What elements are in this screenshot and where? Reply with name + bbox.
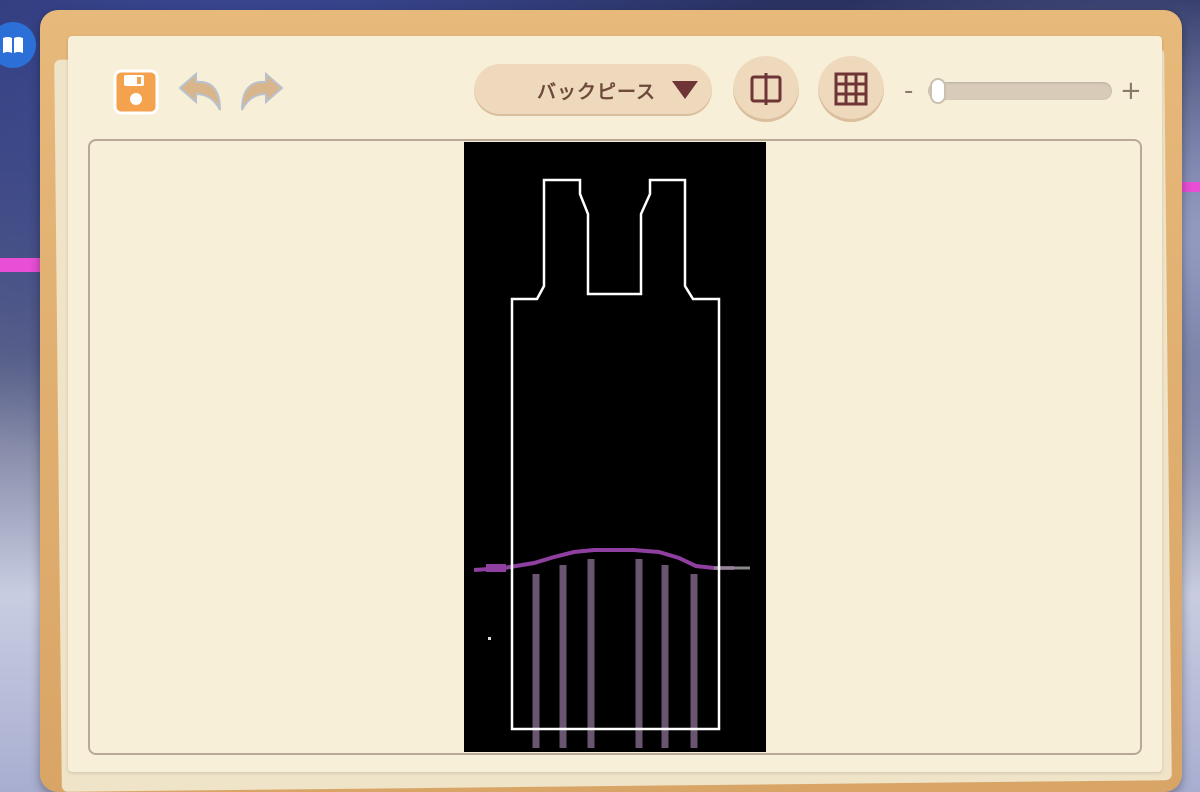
zoom-slider[interactable] [928, 78, 1112, 104]
piece-selector-label: バックピース [536, 80, 656, 103]
zoom-out-label[interactable]: - [904, 76, 913, 106]
back-piece-outline [510, 178, 721, 731]
redo-arrow-icon [241, 71, 284, 111]
pattern-drawing [473, 178, 750, 748]
zoom-in-label[interactable]: + [1120, 76, 1142, 106]
pattern-canvas[interactable] [464, 142, 766, 752]
floppy-disk-icon [113, 69, 159, 115]
save-button[interactable] [113, 69, 159, 115]
stripe-lines [532, 559, 698, 748]
undo-button[interactable] [176, 68, 226, 116]
grid-icon [834, 72, 868, 106]
zoom-slider-thumb[interactable] [930, 78, 946, 104]
redo-button[interactable] [236, 68, 286, 116]
waist-line-end [486, 564, 506, 572]
stray-pixel [488, 637, 491, 640]
undo-arrow-icon [178, 71, 221, 111]
grid-toggle-button[interactable] [818, 56, 884, 122]
mirror-toggle-button[interactable] [733, 56, 799, 122]
mirror-symmetry-icon [750, 73, 782, 105]
chevron-down-icon [672, 81, 698, 99]
piece-selector-dropdown[interactable]: バックピース [474, 64, 712, 116]
neon-light-left [0, 258, 40, 272]
